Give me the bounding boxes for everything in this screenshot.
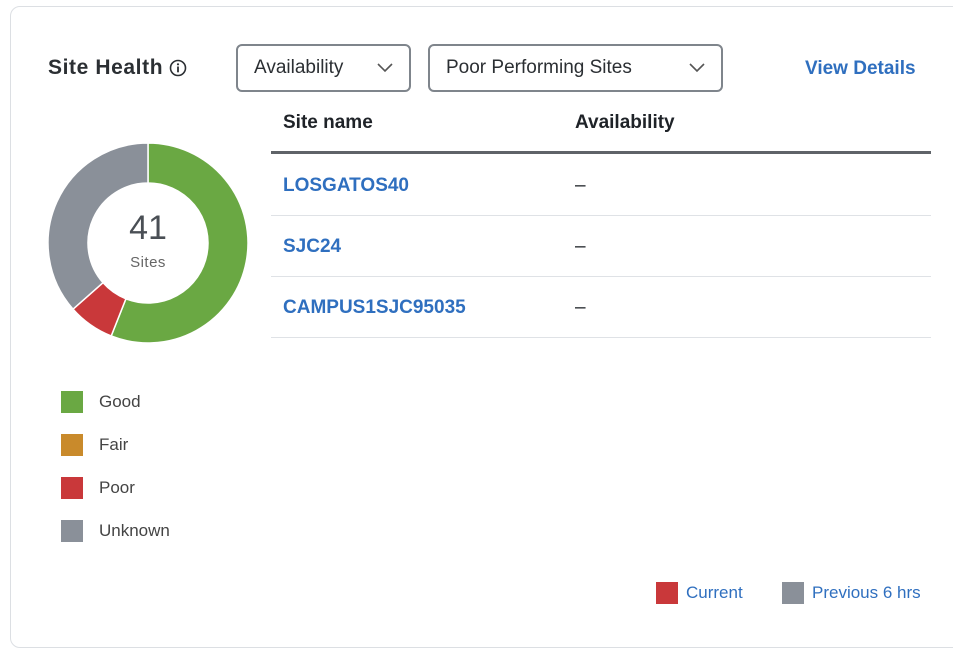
previous-swatch	[782, 582, 804, 604]
chevron-down-icon	[377, 63, 393, 73]
legend-item-good[interactable]: Good	[61, 380, 170, 423]
legend-previous-6-hrs[interactable]: Previous 6 hrs	[782, 582, 921, 604]
health-legend: Good Fair Poor Unknown	[61, 380, 170, 552]
legend-label: Unknown	[99, 520, 170, 540]
site-link[interactable]: LOSGATOS40	[283, 175, 409, 197]
site-link[interactable]: SJC24	[283, 236, 341, 258]
column-header-availability[interactable]: Availability	[575, 112, 675, 134]
availability-value: –	[575, 175, 586, 196]
legend-swatch	[61, 519, 83, 542]
legend-label: Fair	[99, 434, 129, 454]
site-health-donut-chart[interactable]: 41 Sites	[48, 143, 248, 343]
legend-item-poor[interactable]: Poor	[61, 466, 170, 509]
legend-label: Good	[99, 391, 141, 411]
availability-value: –	[575, 236, 586, 257]
table-row: SJC24 –	[271, 216, 931, 277]
current-swatch	[656, 582, 678, 604]
metric-dropdown-value: Availability	[254, 57, 344, 78]
legend-label: Poor	[99, 477, 135, 497]
table-header-divider	[271, 151, 931, 154]
legend-current[interactable]: Current	[656, 582, 743, 604]
legend-swatch	[61, 433, 83, 456]
table-row: CAMPUS1SJC95035 –	[271, 277, 931, 338]
table-row: LOSGATOS40 –	[271, 155, 931, 216]
legend-item-fair[interactable]: Fair	[61, 423, 170, 466]
filter-dropdown-value: Poor Performing Sites	[446, 57, 632, 78]
previous-label: Previous 6 hrs	[812, 583, 921, 602]
metric-dropdown[interactable]: Availability	[236, 44, 411, 92]
site-link[interactable]: CAMPUS1SJC95035	[283, 297, 466, 319]
legend-swatch	[61, 390, 83, 413]
title-text: Site Health	[48, 56, 164, 79]
donut-unit: Sites	[130, 254, 166, 271]
info-icon[interactable]	[169, 59, 187, 77]
view-details-link[interactable]: View Details	[805, 58, 916, 80]
donut-total: 41	[129, 209, 167, 247]
legend-swatch	[61, 476, 83, 499]
current-label: Current	[686, 583, 743, 602]
site-health-title: Site Health	[48, 56, 187, 80]
column-header-site-name[interactable]: Site name	[283, 112, 373, 134]
availability-value: –	[575, 297, 586, 318]
filter-dropdown[interactable]: Poor Performing Sites	[428, 44, 723, 92]
legend-item-unknown[interactable]: Unknown	[61, 509, 170, 552]
chevron-down-icon	[689, 63, 705, 73]
